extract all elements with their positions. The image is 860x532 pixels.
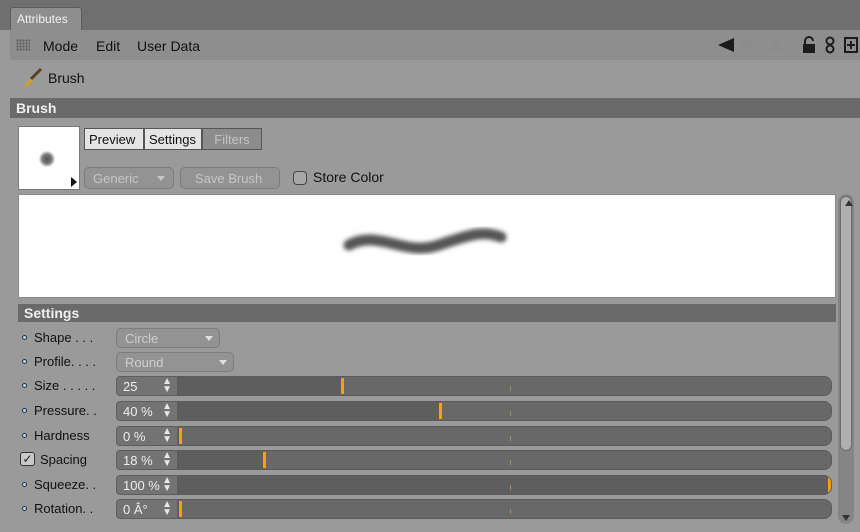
stepper-arrows-icon[interactable]: ▲ ▼ — [162, 377, 172, 395]
squeeze-slider[interactable] — [178, 475, 832, 495]
settings-section-header[interactable]: Settings — [18, 304, 836, 322]
squeeze-value: 100 % — [123, 478, 160, 493]
param-squeeze: Squeeze. . 100 % ▲ ▼ — [18, 474, 836, 496]
param-label: Squeeze. . — [34, 477, 97, 492]
tab-attributes[interactable]: Attributes — [10, 7, 82, 30]
link-icon[interactable] — [823, 36, 837, 54]
profile-value: Round — [125, 355, 164, 370]
param-label: Spacing — [40, 452, 87, 467]
rotation-value: 0 Â° — [123, 502, 148, 517]
brush-thumbnail[interactable] — [18, 126, 80, 190]
chevron-down-icon — [219, 360, 227, 365]
brush-section-header[interactable]: Brush — [10, 98, 860, 118]
animate-dot-icon[interactable] — [22, 482, 27, 487]
brush-icon — [24, 68, 42, 87]
spacing-checkbox[interactable]: ✓ — [20, 452, 35, 466]
squeeze-field[interactable]: 100 % ▲ ▼ — [116, 475, 178, 495]
preset-value: Generic — [93, 171, 139, 186]
object-name: Brush — [48, 70, 85, 86]
stroke-preview — [18, 194, 836, 298]
stepper-arrows-icon[interactable]: ▲ ▼ — [162, 451, 172, 469]
grip-icon[interactable] — [16, 39, 30, 51]
menu-user-data[interactable]: User Data — [137, 38, 200, 54]
scrollbar-thumb[interactable] — [840, 196, 853, 451]
slider-handle[interactable] — [341, 378, 344, 394]
param-label: Profile. . . . — [34, 354, 97, 369]
tab-preview[interactable]: Preview — [84, 128, 144, 150]
tab-filters[interactable]: Filters — [202, 128, 262, 150]
slider-handle[interactable] — [179, 428, 182, 444]
animate-dot-icon[interactable] — [22, 408, 27, 413]
slider-handle[interactable] — [439, 403, 442, 419]
pressure-field[interactable]: 40 % ▲ ▼ — [116, 401, 178, 421]
spacing-slider[interactable] — [178, 450, 832, 470]
save-brush-button[interactable]: Save Brush — [180, 167, 280, 189]
param-label: Size . . . . . — [34, 378, 96, 393]
spacing-value: 18 % — [123, 453, 153, 468]
shape-value: Circle — [125, 331, 159, 346]
param-label: Pressure. . — [34, 403, 97, 418]
slider-handle[interactable] — [828, 477, 831, 493]
animate-dot-icon[interactable] — [22, 383, 27, 388]
slider-handle[interactable] — [179, 501, 182, 517]
animate-dot-icon[interactable] — [22, 335, 27, 340]
param-size: Size . . . . . 25 ▲ ▼ — [18, 375, 836, 397]
param-label: Rotation. . — [34, 501, 94, 516]
rotation-slider[interactable] — [178, 499, 832, 519]
menu-mode[interactable]: Mode — [43, 38, 78, 54]
param-label: Hardness — [34, 428, 90, 443]
up-arrow-icon[interactable] — [764, 36, 788, 54]
expand-arrow-icon[interactable] — [71, 177, 77, 187]
spacing-field[interactable]: 18 % ▲ ▼ — [116, 450, 178, 470]
chevron-down-icon — [205, 336, 213, 341]
new-panel-icon[interactable] — [844, 36, 858, 54]
slider-handle[interactable] — [263, 452, 266, 468]
pressure-slider[interactable] — [178, 401, 832, 421]
param-shape: Shape . . . Circle — [18, 327, 836, 349]
menu-edit[interactable]: Edit — [96, 38, 120, 54]
preset-dropdown[interactable]: Generic — [84, 167, 174, 189]
scroll-up-icon — [845, 200, 853, 206]
profile-dropdown[interactable]: Round — [116, 352, 234, 372]
scroll-down-icon[interactable] — [842, 515, 850, 521]
stepper-arrows-icon[interactable]: ▲ ▼ — [162, 476, 172, 494]
brush-tip-preview — [39, 151, 55, 167]
tab-bar: Attributes — [0, 0, 860, 30]
animate-dot-icon[interactable] — [22, 359, 27, 364]
size-slider[interactable] — [178, 376, 832, 396]
param-pressure: Pressure. . 40 % ▲ ▼ — [18, 400, 836, 422]
store-color-checkbox[interactable] — [293, 171, 307, 185]
rotation-field[interactable]: 0 Â° ▲ ▼ — [116, 499, 178, 519]
param-spacing: ✓ Spacing 18 % ▲ ▼ — [18, 449, 836, 471]
chevron-down-icon — [157, 176, 165, 181]
animate-dot-icon[interactable] — [22, 433, 27, 438]
store-color-label: Store Color — [313, 169, 384, 185]
scrollbar[interactable] — [838, 194, 854, 524]
animate-dot-icon[interactable] — [22, 506, 27, 511]
hardness-slider[interactable] — [178, 426, 832, 446]
param-hardness: Hardness 0 % ▲ ▼ — [18, 425, 836, 447]
pressure-value: 40 % — [123, 404, 153, 419]
stepper-arrows-icon[interactable]: ▲ ▼ — [162, 402, 172, 420]
size-value: 25 — [123, 379, 138, 394]
stroke-sample — [343, 228, 507, 254]
tab-settings[interactable]: Settings — [144, 128, 202, 150]
hardness-field[interactable]: 0 % ▲ ▼ — [116, 426, 178, 446]
object-header: Brush — [10, 60, 860, 98]
param-rotation: Rotation. . 0 Â° ▲ ▼ — [18, 498, 836, 520]
stepper-arrows-icon[interactable]: ▲ ▼ — [162, 427, 172, 445]
param-label: Shape . . . — [34, 330, 94, 345]
hardness-value: 0 % — [123, 429, 146, 444]
back-arrow-icon[interactable] — [716, 36, 736, 54]
param-profile: Profile. . . . Round — [18, 351, 836, 373]
shape-dropdown[interactable]: Circle — [116, 328, 220, 348]
lock-icon[interactable] — [800, 36, 818, 54]
stepper-arrows-icon[interactable]: ▲ ▼ — [162, 500, 172, 518]
forward-arrow-icon[interactable] — [738, 36, 760, 54]
size-field[interactable]: 25 ▲ ▼ — [116, 376, 178, 396]
